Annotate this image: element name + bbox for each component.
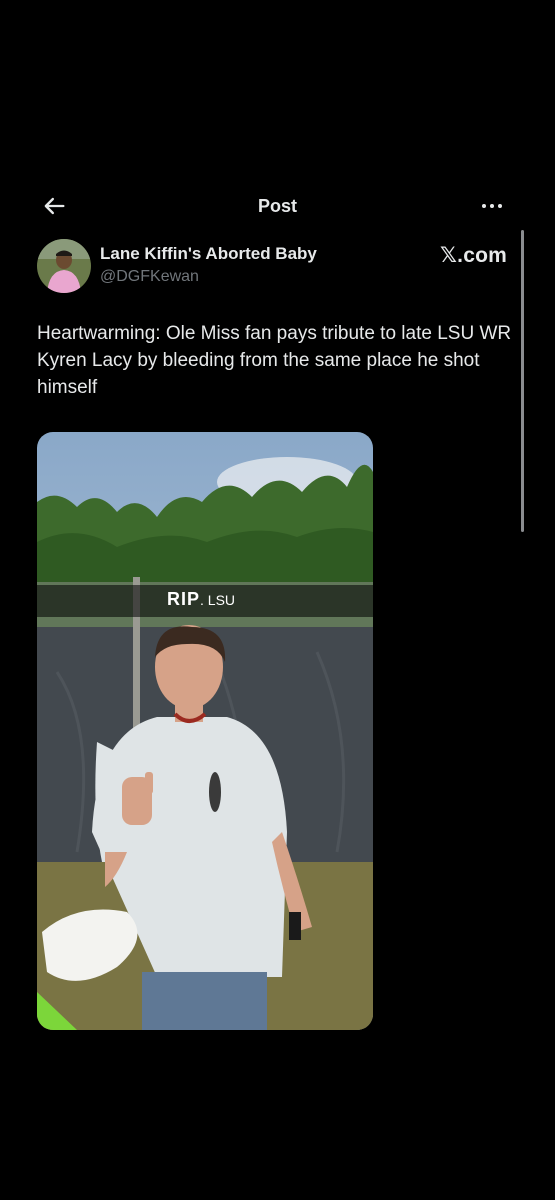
post-photo[interactable]: RIP. LSU: [37, 432, 373, 1030]
avatar-image: [37, 239, 91, 293]
scrollbar[interactable]: [521, 230, 524, 532]
caption-prefix: RIP: [167, 589, 201, 609]
post-text: Heartwarming: Ole Miss fan pays tribute …: [37, 323, 512, 398]
photo-image: [37, 432, 373, 1030]
more-options-button[interactable]: [477, 190, 507, 220]
watermark-suffix: .com: [457, 244, 507, 267]
x-watermark: 𝕏.com: [440, 243, 507, 268]
photo-caption: RIP. LSU: [167, 589, 235, 610]
page-title: Post: [257, 196, 297, 216]
caption-suffix: . LSU: [200, 592, 236, 608]
x-logo-icon: 𝕏: [440, 243, 458, 267]
top-bar: Post: [0, 180, 555, 232]
author-handle[interactable]: @DGFKewan: [100, 268, 199, 286]
more-horizontal-icon: [482, 204, 502, 208]
avatar[interactable]: [37, 239, 91, 293]
author-display-name[interactable]: Lane Kiffin's Aborted Baby: [100, 244, 317, 264]
